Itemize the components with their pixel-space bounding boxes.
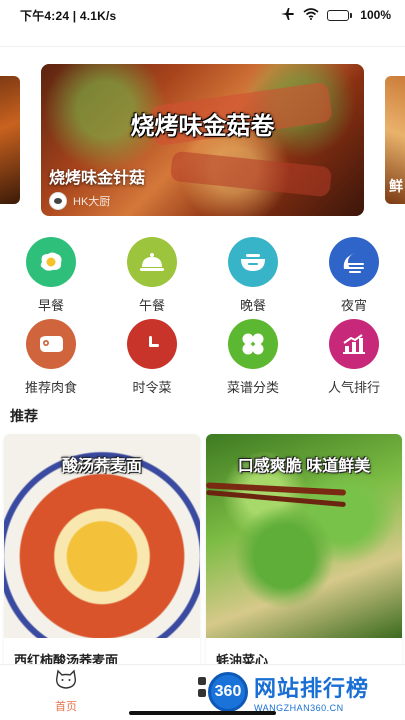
category-row: 推荐肉食 时令菜 菜谱分类 人气排行 bbox=[0, 319, 405, 401]
recipe-image: 口感爽脆 味道鲜美 bbox=[206, 434, 402, 638]
recipe-card[interactable]: 口感爽脆 味道鲜美 蚝油菜心 bbox=[206, 434, 402, 674]
status-time: 下午4:24 | 4.1K/s bbox=[20, 8, 117, 23]
recipe-overlay-text: 口感爽脆 味道鲜美 bbox=[237, 458, 371, 475]
category-night-snack[interactable]: 夜宵 bbox=[327, 237, 381, 319]
category-popular-ranking[interactable]: 人气排行 bbox=[327, 319, 381, 401]
category-seasonal[interactable]: 时令菜 bbox=[125, 319, 179, 401]
banner-prev-card[interactable] bbox=[0, 76, 20, 204]
category-label: 人气排行 bbox=[327, 380, 380, 395]
recipe-image: 酸汤荞麦面 bbox=[4, 434, 200, 638]
watermark-badge: 360 bbox=[208, 672, 248, 712]
cloche-icon bbox=[127, 237, 177, 287]
battery-icon bbox=[327, 9, 353, 21]
clover-icon bbox=[228, 319, 278, 369]
category-meat[interactable]: 推荐肉食 bbox=[24, 319, 78, 401]
banner-title: 烧烤味金针菇 bbox=[49, 170, 146, 187]
banner-carousel[interactable]: 烧烤味金菇卷 烧烤味金针菇 HK大厨 鲜 bbox=[0, 64, 405, 216]
home-indicator[interactable] bbox=[129, 711, 276, 715]
category-recipe-types[interactable]: 菜谱分类 bbox=[226, 319, 280, 401]
category-row: 早餐 午餐 晚餐 夜宵 bbox=[0, 237, 405, 319]
header-divider bbox=[0, 46, 405, 47]
recipe-overlay-text: 酸汤荞麦面 bbox=[61, 458, 142, 475]
category-label: 菜谱分类 bbox=[226, 380, 279, 395]
category-label: 晚餐 bbox=[239, 298, 266, 313]
recipe-card[interactable]: 酸汤荞麦面 西红柿酸汤荞麦面 bbox=[4, 434, 200, 674]
banner-author-name: HK大厨 bbox=[73, 196, 111, 208]
category-dinner[interactable]: 晚餐 bbox=[226, 237, 280, 319]
category-breakfast[interactable]: 早餐 bbox=[24, 237, 78, 319]
watermark-cn: 网站排行榜 bbox=[254, 676, 370, 701]
banner-author[interactable]: HK大厨 bbox=[49, 192, 110, 210]
chart-icon bbox=[329, 319, 379, 369]
clock-icon bbox=[127, 319, 177, 369]
status-icons: 100% bbox=[281, 7, 391, 23]
category-lunch[interactable]: 午餐 bbox=[125, 237, 179, 319]
meat-icon bbox=[26, 319, 76, 369]
airplane-icon bbox=[281, 7, 295, 23]
fried-egg-icon bbox=[26, 237, 76, 287]
nav-home-label: 首页 bbox=[55, 701, 77, 713]
banner-next-card[interactable]: 鲜 bbox=[385, 76, 405, 204]
nav-home[interactable]: 首页 bbox=[42, 669, 90, 714]
category-label: 夜宵 bbox=[340, 298, 367, 313]
status-bar: 下午4:24 | 4.1K/s 100% bbox=[0, 0, 405, 30]
section-title: 推荐 bbox=[10, 408, 38, 424]
category-label: 午餐 bbox=[138, 298, 165, 313]
app-screen: 下午4:24 | 4.1K/s 100% 烧烤味金菇卷 烧烤味金针菇 HK大厨 … bbox=[0, 0, 405, 720]
home-cat-icon bbox=[53, 669, 79, 696]
category-label: 时令菜 bbox=[132, 380, 172, 395]
banner-next-text: 鲜 bbox=[389, 178, 403, 194]
moon-icon bbox=[329, 237, 379, 287]
banner-main-card[interactable]: 烧烤味金菇卷 烧烤味金针菇 HK大厨 bbox=[41, 64, 364, 216]
category-label: 推荐肉食 bbox=[24, 380, 77, 395]
banner-headline: 烧烤味金菇卷 bbox=[130, 113, 275, 140]
avatar bbox=[49, 192, 67, 210]
bowl-icon bbox=[228, 237, 278, 287]
category-grid: 早餐 午餐 晚餐 夜宵 推荐肉食 时令菜 菜谱分类 人气排行 bbox=[0, 237, 405, 401]
wifi-icon bbox=[303, 7, 319, 23]
category-label: 早餐 bbox=[37, 298, 64, 313]
battery-percent: 100% bbox=[360, 8, 391, 22]
